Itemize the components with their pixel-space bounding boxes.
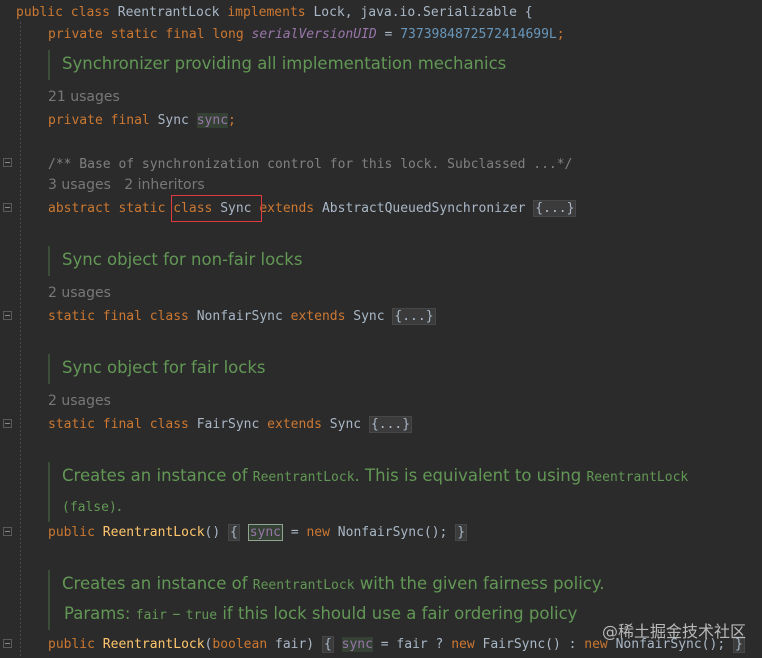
fold-icon[interactable] [3, 419, 12, 428]
fair-class-name[interactable]: FairSync [197, 417, 260, 432]
ctor-name[interactable]: ReentrantLock [103, 637, 205, 652]
doc-comment-ctor-default: Creates an instance of ReentrantLock. Th… [48, 462, 702, 522]
sync-field-ref[interactable]: sync [341, 637, 373, 652]
fair-class-line[interactable]: static final class FairSync extends Sync… [48, 416, 413, 433]
folded-body[interactable]: {...} [533, 200, 577, 217]
fold-icon[interactable] [3, 311, 12, 320]
sync-field-line[interactable]: private final Sync sync; [48, 112, 236, 129]
class-declaration-line[interactable]: public class ReentrantLock implements Lo… [16, 4, 533, 21]
sync-field-ref[interactable]: sync [247, 524, 283, 541]
serial-version-line[interactable]: private static final long serialVersionU… [48, 26, 565, 43]
doc-comment-sync-field: Synchronizer providing all implementatio… [48, 50, 506, 80]
class-name[interactable]: ReentrantLock [118, 5, 220, 20]
nonfair-class-name[interactable]: NonfairSync [197, 309, 283, 324]
sync-class-meta: 3 usages 2 inheritors [48, 177, 205, 193]
folded-body[interactable]: {...} [368, 416, 413, 433]
serial-field[interactable]: serialVersionUID [252, 27, 377, 42]
sync-field-name[interactable]: sync [196, 113, 229, 128]
ctor-name[interactable]: ReentrantLock [103, 525, 205, 540]
usages-hint[interactable]: 2 usages [48, 285, 111, 301]
folded-body[interactable]: {...} [392, 308, 436, 325]
fold-icon[interactable] [3, 158, 12, 167]
usages-hint[interactable]: 21 usages [48, 89, 120, 105]
usages-hint[interactable]: 3 usages [48, 177, 111, 193]
fold-icon[interactable] [3, 639, 12, 648]
doc-comment-fair: Sync object for fair locks [48, 354, 265, 384]
fold-icon[interactable] [3, 203, 12, 212]
doc-comment-nonfair: Sync object for non-fair locks [48, 246, 302, 276]
sync-class-comment[interactable]: /** Base of synchronization control for … [48, 156, 572, 173]
ctor-default-line[interactable]: public ReentrantLock() { sync = new Nonf… [48, 524, 468, 541]
sync-class-line[interactable]: abstract static class Sync extends Abstr… [48, 200, 577, 217]
editor-gutter [0, 0, 14, 658]
fold-icon[interactable] [3, 527, 12, 536]
usages-hint[interactable]: 2 usages [48, 393, 111, 409]
inheritors-hint[interactable]: 2 inheritors [124, 177, 204, 193]
highlight-box [171, 195, 262, 222]
watermark: @稀土掘金技术社区 [601, 622, 746, 641]
indent-guide [20, 22, 21, 658]
nonfair-class-line[interactable]: static final class NonfairSync extends S… [48, 308, 436, 325]
